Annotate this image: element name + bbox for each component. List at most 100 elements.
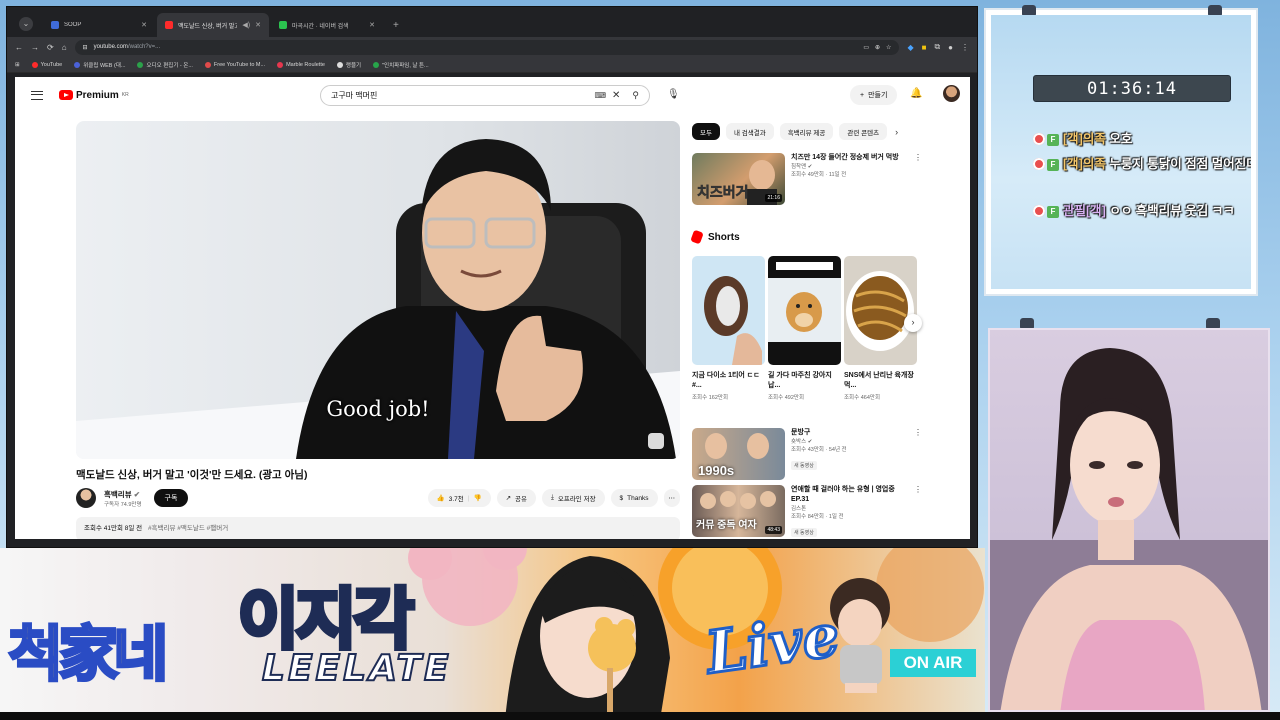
- video-meta: 조회수 49만회 · 11일 전: [791, 172, 847, 178]
- fan-badge-icon: F: [1047, 206, 1059, 218]
- extension-icon[interactable]: ◆: [907, 43, 913, 52]
- back-icon[interactable]: ←: [15, 43, 23, 52]
- short-thumbnail[interactable]: [692, 256, 765, 365]
- thanks-button[interactable]: $ Thanks: [610, 489, 658, 507]
- search-box[interactable]: 고구마 맥머핀 ⌨ ✕ ⚲: [320, 85, 650, 106]
- bookmark-marble-roulette[interactable]: Marble Roulette: [277, 61, 325, 68]
- clear-search-icon[interactable]: ✕: [612, 90, 620, 101]
- video-thumbnail[interactable]: 커뮤 중독 여자 48:43: [692, 485, 785, 537]
- site-info-icon[interactable]: ⊟: [83, 44, 88, 51]
- channel-meta: 흑백리뷰 ✔ 구독자 74.9만명: [104, 489, 142, 508]
- channel-subscribers: 구독자 74.9만명: [104, 501, 142, 508]
- recommended-video[interactable]: 1990s 문방구 숏박스 ✔ 조회수 43만회 · 54년 전 새 동영상 ⋮: [692, 428, 922, 480]
- channel-avatar[interactable]: [76, 488, 96, 508]
- offline-label: 오프라인 저장: [557, 496, 596, 503]
- channel-row: 흑백리뷰 ✔ 구독자 74.9만명 구독 👍 3.7천 | 👎 ↗ 공유 ⤓ 오…: [76, 487, 680, 509]
- tab-search-icon[interactable]: ⌄: [19, 17, 33, 31]
- chip-my-search[interactable]: 내 검색결과: [725, 123, 774, 140]
- bookmark-youtube[interactable]: YouTube: [31, 61, 62, 68]
- chip-related[interactable]: 관련 콘텐츠: [839, 123, 888, 140]
- description-tags[interactable]: #흑백리뷰 #맥도날드 #햄버거: [148, 525, 228, 532]
- recommended-video[interactable]: 치즈버거 21:16 치즈만 14장 들어간 정승제 버거 먹방 침착맨 ✔ 조…: [692, 153, 922, 205]
- shorts-label: Shorts: [708, 231, 740, 243]
- recommended-video[interactable]: 커뮤 중독 여자 48:43 연애할 때 걸러야 하는 유형 | 영업중EP.3…: [692, 485, 922, 539]
- close-tab-icon[interactable]: ✕: [141, 21, 147, 29]
- more-options-icon[interactable]: ⋮: [914, 153, 922, 205]
- microphone-icon[interactable]: 🎙: [667, 89, 680, 100]
- streamer-banner: 척家네 이지각 LEELATE Live ON AIR: [0, 548, 985, 720]
- keyboard-icon[interactable]: ⌨: [594, 91, 606, 100]
- thumbs-down-icon[interactable]: 👎: [473, 494, 481, 502]
- chip-all[interactable]: 모두: [692, 123, 720, 140]
- youtube-premium-logo[interactable]: Premium KR: [59, 90, 129, 101]
- speaker-icon[interactable]: ◀): [242, 21, 250, 29]
- new-tab-button[interactable]: +: [393, 20, 399, 31]
- tab-strip: ⌄ SOOP ✕ 맥도날드 신상, 버거 말고 ◀) ✕ 마곡시간 · 네이버 …: [7, 7, 977, 37]
- short-item[interactable]: 지금 다이소 1티어 ㄷㄷ #... 조회수 162만회: [692, 256, 765, 401]
- shorts-next-icon[interactable]: ›: [904, 314, 922, 332]
- share-button[interactable]: ↗ 공유: [496, 489, 536, 507]
- chat-text: 누룽지 통닭이 점점 멀어진다: [1109, 157, 1251, 171]
- zoom-icon[interactable]: ⊕: [875, 44, 880, 51]
- short-thumbnail-art: [768, 262, 841, 342]
- video-thumbnail[interactable]: 치즈버거 21:16: [692, 153, 785, 205]
- bookmark-rumble[interactable]: 랭블기: [336, 61, 361, 69]
- subscribe-button[interactable]: 구독: [153, 489, 189, 507]
- close-tab-icon[interactable]: ✕: [255, 21, 261, 29]
- account-avatar[interactable]: [943, 85, 960, 102]
- bookmark-star-icon[interactable]: ☆: [886, 44, 891, 51]
- video-meta: 조회수 84만회 · 1일 전: [791, 514, 844, 520]
- url-host: youtube.com: [93, 44, 128, 50]
- reload-icon[interactable]: ⟳: [47, 43, 54, 52]
- video-thumbnail[interactable]: 1990s: [692, 428, 785, 480]
- youtube-play-icon: [59, 90, 73, 100]
- more-actions-button[interactable]: ⋯: [663, 489, 680, 507]
- chip-channel[interactable]: 흑백리뷰 제공: [779, 123, 834, 140]
- home-icon[interactable]: ⌂: [62, 43, 67, 52]
- tab-naver-search[interactable]: 마곡시간 · 네이버 검색 ✕: [271, 13, 383, 37]
- offline-save-button[interactable]: ⤓ 오프라인 저장: [541, 489, 605, 507]
- like-button[interactable]: 👍 3.7천 | 👎: [427, 489, 491, 507]
- search-icon[interactable]: ⚲: [632, 90, 639, 101]
- short-thumbnail[interactable]: [768, 256, 841, 365]
- extension-icon[interactable]: ■: [922, 43, 927, 52]
- notifications-bell-icon[interactable]: 🔔: [910, 88, 922, 99]
- bookmark-favicon-icon: [137, 61, 144, 68]
- channel-name[interactable]: 흑백리뷰 ✔: [104, 489, 142, 500]
- bookmark-weclip[interactable]: 위클립 WEB (대...: [74, 61, 125, 69]
- soop-favicon-icon: [51, 21, 59, 29]
- profile-icon[interactable]: ●: [948, 43, 953, 52]
- stream-scene: ⌄ SOOP ✕ 맥도날드 신상, 버거 말고 ◀) ✕ 마곡시간 · 네이버 …: [0, 0, 1280, 720]
- tab-soop[interactable]: SOOP ✕: [43, 13, 155, 37]
- chat-message: F 관필[객] ㅇㅇ 흑백리뷰 웃김 ㅋㅋ: [1033, 201, 1251, 222]
- bookmark-audio-editor[interactable]: 오디오 편집기 - 온...: [137, 61, 193, 69]
- video-info: 치즈만 14장 들어간 정승제 버거 먹방 침착맨 ✔ 조회수 49만회 · 1…: [791, 153, 906, 205]
- verified-icon: ✔: [807, 439, 813, 445]
- shorts-header: Shorts: [690, 229, 740, 245]
- extensions-puzzle-icon[interactable]: ⧉: [934, 42, 940, 52]
- forward-icon[interactable]: →: [31, 43, 39, 52]
- close-tab-icon[interactable]: ✕: [369, 21, 375, 29]
- short-thumbnail-art: [704, 276, 762, 365]
- browser-toolbar: ← → ⟳ ⌂ ⊟ youtube.com/watch?v=... ▭ ⊕ ☆ …: [7, 37, 977, 57]
- hamburger-menu-icon[interactable]: [31, 90, 43, 100]
- apps-grid-icon[interactable]: ⊞: [15, 62, 20, 68]
- bookmark-yt-to-mp3[interactable]: Free YouTube to M...: [204, 61, 265, 68]
- short-item[interactable]: 길 가다 마주친 강아지 납... 조회수 492만회: [768, 256, 841, 401]
- short-thumbnail[interactable]: [844, 256, 917, 365]
- description-box[interactable]: 조회수 41만회 8일 전 #흑백리뷰 #맥도날드 #햄버거: [76, 517, 680, 539]
- address-bar[interactable]: ⊟ youtube.com/watch?v=... ▭ ⊕ ☆: [74, 39, 900, 55]
- bookmark-papa[interactable]: "인치파파임, 날 튼...: [373, 61, 429, 69]
- channel-logo: 척家네: [6, 619, 169, 692]
- video-player[interactable]: Good job!: [76, 121, 680, 459]
- video-title: 연애할 때 걸러야 하는 유형 | 영업중EP.31: [791, 486, 895, 503]
- create-button[interactable]: + 만들기: [850, 85, 898, 105]
- tab-youtube-video[interactable]: 맥도날드 신상, 버거 말고 ◀) ✕: [157, 13, 269, 37]
- share-icon: ↗: [505, 495, 512, 502]
- more-options-icon[interactable]: ⋮: [914, 428, 922, 480]
- chevron-right-icon[interactable]: ›: [895, 127, 898, 137]
- menu-kebab-icon[interactable]: ⋮: [961, 43, 969, 52]
- cast-icon[interactable]: ▭: [863, 44, 869, 51]
- search-input[interactable]: 고구마 맥머핀: [331, 90, 594, 101]
- more-options-icon[interactable]: ⋮: [914, 485, 922, 539]
